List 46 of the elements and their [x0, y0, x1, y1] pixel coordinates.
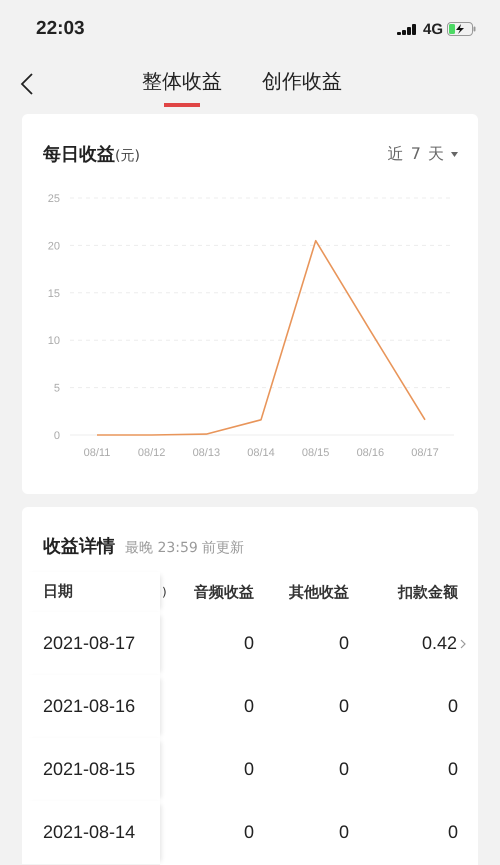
y-tick-label: 0: [54, 430, 60, 442]
x-tick-label: 08/17: [411, 447, 439, 459]
clock-time: 22:03: [36, 18, 85, 40]
table-cell: 2021-08-14: [22, 800, 160, 864]
table-cell-text: 0: [242, 633, 254, 654]
x-tick-label: 08/15: [302, 447, 330, 459]
column-header: 其他收益: [288, 582, 349, 602]
update-note: 最晚 23:59 前更新: [125, 539, 244, 557]
x-tick-label: 08/13: [192, 447, 220, 459]
table-cell: 2021-08-15: [22, 738, 160, 802]
column-header: ): [161, 585, 168, 599]
table-cell-text: 0: [338, 759, 349, 780]
signal-icon: [396, 23, 419, 35]
tab[interactable]: 创作收益: [262, 62, 342, 106]
y-tick-label: 10: [48, 335, 60, 348]
column-header: 日期: [22, 572, 160, 612]
table-cell-text: 0: [338, 696, 349, 717]
section-title: 收益详情: [43, 535, 115, 558]
table-cell-text: 0: [242, 822, 254, 843]
table-cell-text: 0: [446, 696, 458, 717]
table-cell: 2021-08-16: [22, 674, 160, 738]
table-cell-text: 0: [338, 633, 349, 654]
table-cell-text: 0: [242, 759, 254, 780]
table-cell: 0.42: [422, 633, 457, 654]
x-tick-label: 08/16: [356, 447, 384, 459]
unit-label: (元): [115, 147, 140, 165]
caret-icon: [451, 152, 458, 156]
card-title: 每日收益: [43, 143, 115, 166]
x-tick-label: 08/11: [84, 447, 110, 459]
back-icon[interactable]: [20, 72, 34, 96]
y-tick-label: 20: [48, 240, 60, 252]
table-cell-text: 0: [242, 696, 254, 717]
network-label: 4G: [422, 20, 443, 38]
y-tick-label: 5: [54, 382, 60, 395]
column-header: 扣款金额: [396, 582, 458, 602]
table-cell-text: 0: [446, 822, 458, 843]
x-tick-label: 08/12: [138, 447, 166, 459]
table-cell: 2021-08-17: [22, 612, 160, 676]
y-tick-label: 25: [48, 193, 60, 205]
table-cell-text: 0: [338, 822, 349, 843]
range-dropdown[interactable]: 近 7 天: [388, 144, 458, 164]
chevron-icon: [460, 638, 466, 648]
column-header: 音频收益: [193, 582, 254, 602]
x-tick-label: 08/14: [247, 447, 275, 459]
y-tick-label: 15: [48, 288, 60, 300]
table-cell-text: 0: [446, 759, 458, 780]
